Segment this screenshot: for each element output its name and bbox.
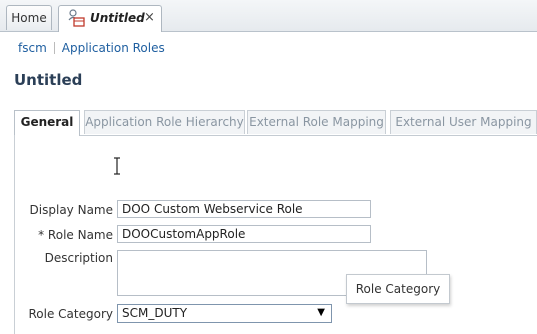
breadcrumb: fscm Application Roles	[18, 41, 165, 55]
tab-home[interactable]: Home	[6, 5, 52, 30]
text-cursor-icon	[114, 157, 120, 175]
close-icon[interactable]: ×	[144, 6, 155, 30]
breadcrumb-item-fscm[interactable]: fscm	[18, 41, 47, 55]
role-category-label: Role Category	[28, 307, 114, 321]
role-category-value: SCM_DUTY	[122, 306, 188, 320]
breadcrumb-separator	[53, 42, 55, 54]
tab-home-label: Home	[11, 11, 47, 25]
role-category-select[interactable]: SCM_DUTY ▼	[117, 304, 332, 323]
tab-untitled-label: Untitled	[90, 11, 145, 25]
tab-external-user-mapping[interactable]: External User Mapping	[390, 110, 537, 134]
display-name-label: Display Name	[29, 203, 113, 217]
role-name-label: * Role Name	[38, 228, 113, 242]
breadcrumb-item-application-roles[interactable]: Application Roles	[62, 41, 165, 55]
chevron-down-icon: ▼	[317, 307, 325, 318]
page-title: Untitled	[14, 71, 83, 89]
role-icon	[68, 9, 85, 27]
tab-untitled[interactable]: Untitled ×	[58, 5, 162, 32]
tab-application-role-hierarchy[interactable]: Application Role Hierarchy	[84, 110, 245, 134]
tab-external-role-mapping[interactable]: External Role Mapping	[247, 110, 386, 134]
sub-tab-bar: General Application Role Hierarchy Exter…	[14, 110, 537, 136]
role-name-field[interactable]: DOOCustomAppRole	[117, 225, 371, 243]
display-name-field[interactable]: DOO Custom Webservice Role	[117, 200, 371, 218]
tab-general[interactable]: General	[14, 110, 80, 136]
role-category-tooltip: Role Category	[346, 274, 450, 304]
description-label: Description	[44, 251, 113, 265]
top-tab-bar: Home Untitled ×	[0, 0, 537, 32]
